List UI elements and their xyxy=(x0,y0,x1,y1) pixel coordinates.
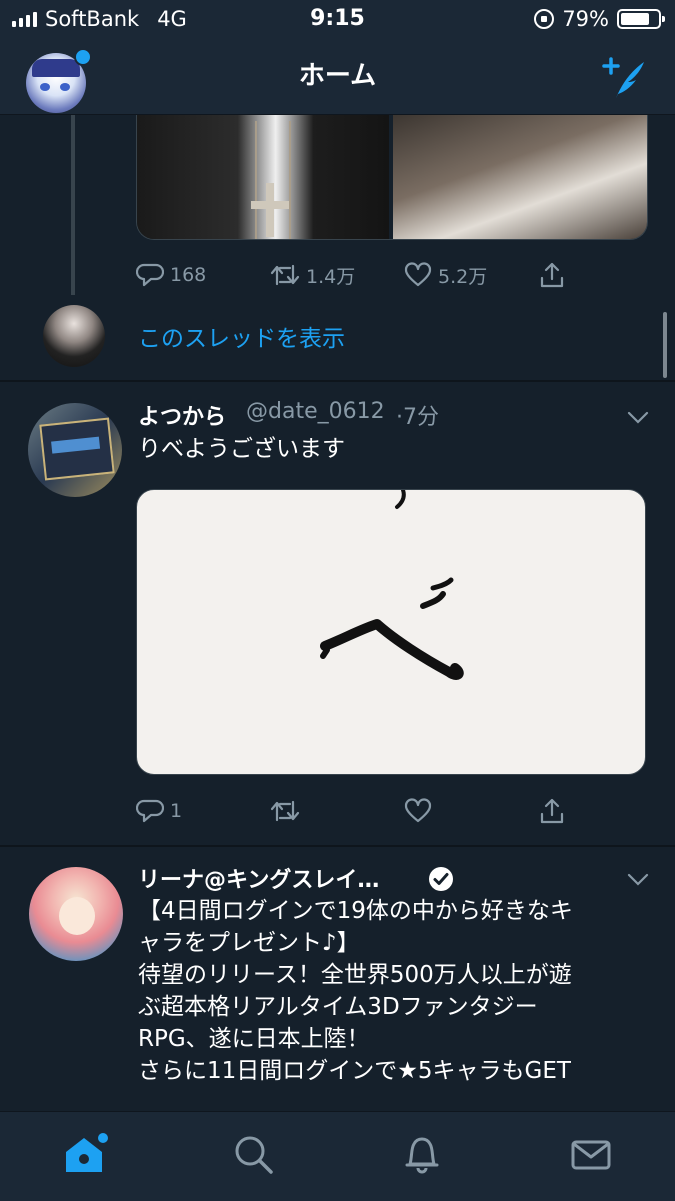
tweet-actions: 1 xyxy=(136,793,606,829)
tweet-divider xyxy=(0,845,675,847)
like-button[interactable]: 5.2万 xyxy=(404,262,538,289)
new-tweets-dot xyxy=(98,1133,108,1143)
avatar-face xyxy=(59,897,95,935)
page-title: ホーム xyxy=(298,61,377,91)
compose-tweet-icon[interactable] xyxy=(598,54,650,100)
tweet-timestamp: ·7分 xyxy=(396,405,439,430)
retweet-button[interactable] xyxy=(270,798,404,824)
reply-button[interactable]: 168 xyxy=(136,262,270,288)
chevron-down-icon[interactable] xyxy=(627,411,649,425)
thread-connector-line xyxy=(71,115,75,295)
search-icon[interactable] xyxy=(231,1132,275,1176)
tweet-photo-1[interactable] xyxy=(137,115,390,239)
author-avatar[interactable] xyxy=(29,867,123,961)
timeline-feed[interactable]: 168 1.4万 5.2万 このスレッドを表示 よつから @date_0612 … xyxy=(0,115,675,1111)
tweet-text-line: さらに11日間ログインで★5キャラもGET xyxy=(138,1058,571,1084)
retweet-icon xyxy=(270,800,300,822)
share-button[interactable] xyxy=(538,797,566,825)
battery-fill xyxy=(621,13,650,25)
rotation-lock-icon xyxy=(534,9,555,29)
avatar-game-panel xyxy=(39,417,115,481)
tweet-media-grid[interactable] xyxy=(136,115,648,240)
mail-icon[interactable] xyxy=(569,1132,613,1176)
share-button[interactable] xyxy=(538,261,566,289)
calligraphy-artwork xyxy=(320,490,464,680)
like-button[interactable] xyxy=(404,798,538,824)
retweet-button[interactable]: 1.4万 xyxy=(270,262,404,289)
author-name[interactable]: リーナ@キングスレイ… xyxy=(138,862,379,894)
retweet-icon xyxy=(270,264,300,286)
photo-cross xyxy=(266,183,274,237)
reply-button[interactable]: 1 xyxy=(136,798,270,824)
reply-count: 1 xyxy=(170,800,183,822)
share-icon xyxy=(540,262,564,288)
heart-icon xyxy=(404,262,432,287)
tweet-text-line: ぶ超本格リアルタイム3Dファンタジー xyxy=(138,994,538,1020)
author-name[interactable]: よつから xyxy=(138,399,226,431)
scroll-indicator[interactable] xyxy=(663,312,667,378)
battery-icon xyxy=(617,9,665,29)
bell-icon[interactable] xyxy=(400,1132,444,1176)
retweet-count: 1.4万 xyxy=(306,265,356,288)
verified-badge-icon xyxy=(429,867,453,891)
tweet-photo-2[interactable] xyxy=(393,115,647,239)
author-avatar[interactable] xyxy=(28,403,122,497)
tweet-text-line: RPG、遂に日本上陸！ xyxy=(138,1026,370,1052)
heart-icon xyxy=(404,798,432,823)
bottom-tab-bar xyxy=(0,1111,675,1201)
like-count: 5.2万 xyxy=(438,265,488,288)
tweet-text-line: ャラをプレゼント♪】 xyxy=(138,930,360,956)
chevron-down-icon[interactable] xyxy=(627,873,649,887)
tweet-actions: 168 1.4万 5.2万 xyxy=(136,257,606,293)
tweet-divider xyxy=(0,380,675,382)
tweet-thread[interactable]: 168 1.4万 5.2万 このスレッドを表示 xyxy=(0,115,675,380)
battery-percent: 79% xyxy=(562,7,609,31)
tweet-image-calligraphy[interactable] xyxy=(136,489,646,775)
author-handle[interactable]: @date_0612 xyxy=(246,399,385,424)
tweet-text-line: 【4日間ログインで19体の中から好きなキ xyxy=(138,898,573,924)
status-bar: SoftBank 4G 9:15 79% xyxy=(0,0,675,40)
reply-count: 168 xyxy=(170,264,207,286)
status-right: 79% xyxy=(534,7,665,31)
share-icon xyxy=(540,798,564,824)
show-thread-link[interactable]: このスレッドを表示 xyxy=(138,319,345,353)
reply-icon xyxy=(136,799,164,823)
thread-author-avatar[interactable] xyxy=(43,305,105,367)
tweet-text-line: 待望のリリース！全世界500万人以上が遊 xyxy=(138,962,572,988)
tweet-text: 【4日間ログインで19体の中から好きなキ ャラをプレゼント♪】 待望のリリース！… xyxy=(138,895,658,1087)
reply-icon xyxy=(136,263,164,287)
photo-cross-bar xyxy=(251,201,289,209)
tweet-text: りべようございます xyxy=(138,436,345,462)
